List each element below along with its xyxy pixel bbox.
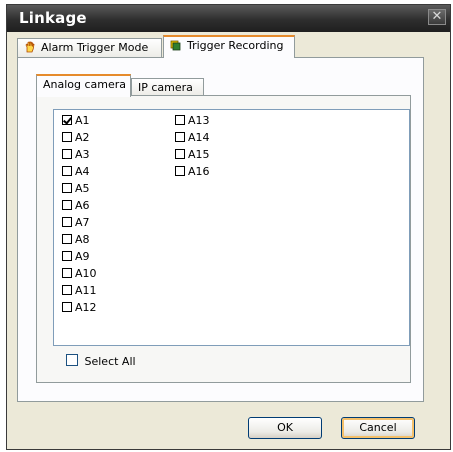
tab-label: Analog camera bbox=[43, 78, 127, 91]
camera-label: A8 bbox=[75, 233, 90, 246]
camera-item-a8[interactable]: A8 bbox=[62, 232, 90, 248]
camera-label: A13 bbox=[188, 114, 210, 127]
camera-label: A12 bbox=[75, 301, 97, 314]
camera-item-a15[interactable]: A15 bbox=[175, 147, 210, 163]
tab-label: Alarm Trigger Mode bbox=[41, 41, 149, 54]
camera-label: A15 bbox=[188, 148, 210, 161]
title-bar[interactable]: Linkage ✕ bbox=[7, 5, 450, 32]
checkbox[interactable] bbox=[62, 200, 72, 210]
recording-icon bbox=[170, 40, 181, 51]
tab-label: IP camera bbox=[138, 81, 193, 94]
camera-item-a9[interactable]: A9 bbox=[62, 249, 90, 265]
camera-label: A14 bbox=[188, 131, 210, 144]
checkbox[interactable] bbox=[62, 132, 72, 142]
cancel-button[interactable]: Cancel bbox=[341, 417, 415, 439]
hand-icon bbox=[25, 41, 35, 53]
checkbox[interactable] bbox=[62, 115, 72, 125]
camera-label: A10 bbox=[75, 267, 97, 280]
camera-item-a1[interactable]: A1 bbox=[62, 113, 90, 129]
checkbox[interactable] bbox=[175, 132, 185, 142]
camera-list[interactable]: A1 A2 A3 A4 A5 A6 A7 A8 A9 A10 A11 A12 A… bbox=[53, 109, 410, 346]
checkbox[interactable] bbox=[62, 268, 72, 278]
camera-label: A1 bbox=[75, 114, 90, 127]
camera-item-a11[interactable]: A11 bbox=[62, 283, 97, 299]
camera-item-a12[interactable]: A12 bbox=[62, 300, 97, 316]
checkbox[interactable] bbox=[62, 183, 72, 193]
checkbox[interactable] bbox=[66, 354, 78, 366]
ok-button[interactable]: OK bbox=[248, 417, 322, 439]
camera-label: A16 bbox=[188, 165, 210, 178]
camera-label: A2 bbox=[75, 131, 90, 144]
tab-alarm-trigger-mode[interactable]: Alarm Trigger Mode bbox=[17, 38, 162, 58]
camera-label: A3 bbox=[75, 148, 90, 161]
checkbox[interactable] bbox=[175, 149, 185, 159]
camera-item-a13[interactable]: A13 bbox=[175, 113, 210, 129]
tab-trigger-recording[interactable]: Trigger Recording bbox=[163, 35, 295, 58]
camera-item-a14[interactable]: A14 bbox=[175, 130, 210, 146]
camera-label: A11 bbox=[75, 284, 97, 297]
camera-item-a7[interactable]: A7 bbox=[62, 215, 90, 231]
camera-item-a4[interactable]: A4 bbox=[62, 164, 90, 180]
checkbox[interactable] bbox=[62, 234, 72, 244]
camera-item-a10[interactable]: A10 bbox=[62, 266, 97, 282]
camera-item-a2[interactable]: A2 bbox=[62, 130, 90, 146]
checkbox[interactable] bbox=[62, 285, 72, 295]
camera-item-a5[interactable]: A5 bbox=[62, 181, 90, 197]
camera-item-a6[interactable]: A6 bbox=[62, 198, 90, 214]
close-icon: ✕ bbox=[431, 9, 443, 24]
checkbox[interactable] bbox=[62, 166, 72, 176]
checkbox[interactable] bbox=[62, 217, 72, 227]
tab-analog-camera[interactable]: Analog camera bbox=[36, 74, 131, 97]
checkbox[interactable] bbox=[175, 166, 185, 176]
checkbox[interactable] bbox=[62, 251, 72, 261]
dialog-title: Linkage bbox=[19, 9, 87, 27]
checkbox[interactable] bbox=[62, 302, 72, 312]
camera-label: A4 bbox=[75, 165, 90, 178]
checkbox[interactable] bbox=[62, 149, 72, 159]
close-button[interactable]: ✕ bbox=[428, 9, 446, 25]
camera-item-a3[interactable]: A3 bbox=[62, 147, 90, 163]
camera-label: A5 bbox=[75, 182, 90, 195]
camera-label: A7 bbox=[75, 216, 90, 229]
camera-label: A6 bbox=[75, 199, 90, 212]
camera-label: A9 bbox=[75, 250, 90, 263]
checkbox[interactable] bbox=[175, 115, 185, 125]
tab-ip-camera[interactable]: IP camera bbox=[131, 78, 204, 96]
camera-item-a16[interactable]: A16 bbox=[175, 164, 210, 180]
select-all-checkbox[interactable]: Select All bbox=[66, 354, 136, 368]
tab-label: Trigger Recording bbox=[187, 39, 284, 52]
select-all-label: Select All bbox=[84, 355, 136, 368]
